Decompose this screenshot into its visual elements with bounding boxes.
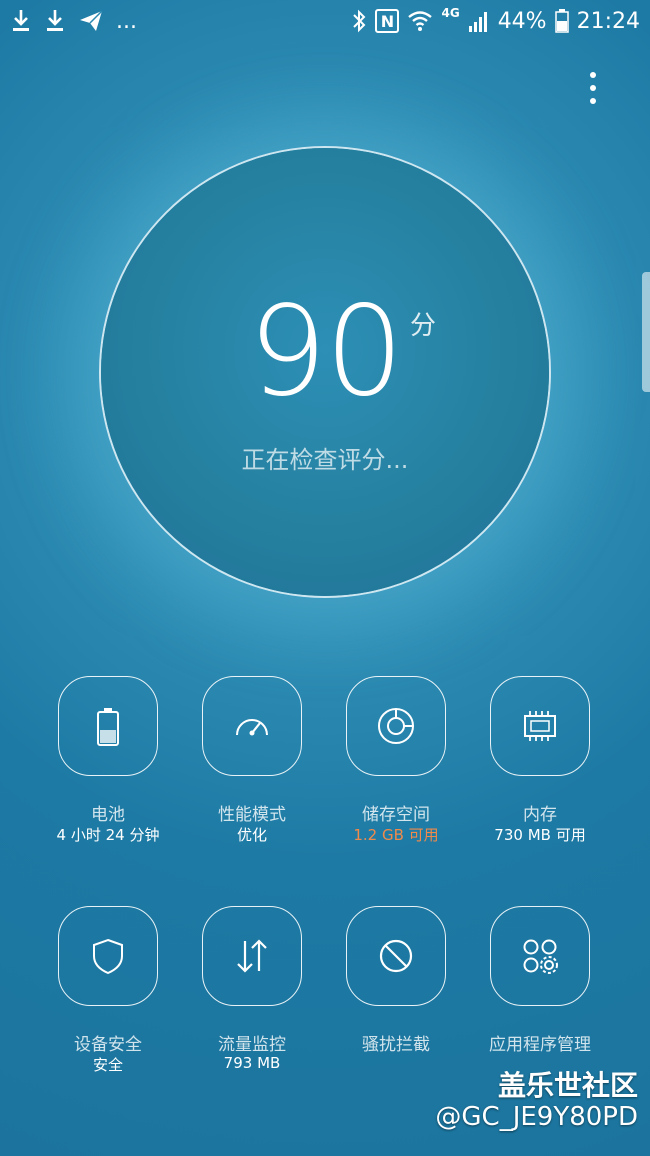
battery-button[interactable] <box>58 676 158 776</box>
call-block-label: 骚扰拦截 <box>362 1035 430 1055</box>
watermark-site: 盖乐世社区 <box>497 1069 638 1102</box>
status-overflow: ... <box>116 8 137 34</box>
app-manager-button[interactable] <box>490 906 590 1006</box>
status-bar-left: ... <box>10 8 137 34</box>
score-value: 90 <box>248 280 404 424</box>
data-monitor-sub: 793 MB <box>223 1054 281 1072</box>
storage-pie-icon <box>378 708 414 744</box>
performance-mode-label: 性能模式 <box>218 805 286 825</box>
nfc-icon: N <box>375 9 400 33</box>
battery-sub: 4 小时 24 分钟 <box>56 826 160 844</box>
bluetooth-icon <box>351 8 367 34</box>
app-manager-label: 应用程序管理 <box>489 1035 591 1055</box>
memory-chip-icon <box>524 711 556 741</box>
device-security-sub: 安全 <box>92 1056 123 1074</box>
speedometer-icon <box>236 719 268 736</box>
battery-label: 电池 <box>91 805 125 825</box>
send-icon <box>78 8 104 34</box>
storage-label: 储存空间 <box>362 805 430 825</box>
memory-sub: 730 MB 可用 <box>494 826 586 844</box>
download-icon <box>10 8 32 34</box>
shield-icon <box>93 938 123 975</box>
block-icon <box>379 939 413 973</box>
battery-icon <box>554 8 569 34</box>
network-type: 4G <box>441 6 460 20</box>
status-bar: ... N 4G 44% 21:24 <box>0 0 650 46</box>
score-unit: 分 <box>410 311 437 341</box>
device-security-label: 设备安全 <box>74 1035 142 1055</box>
more-vert-icon <box>590 72 596 78</box>
app-settings-icon <box>523 939 558 974</box>
download-icon <box>44 8 66 34</box>
edge-panel-handle[interactable] <box>642 272 650 392</box>
watermark-user: @GC_JE9Y80PD <box>435 1102 638 1132</box>
signal-icon <box>468 8 490 34</box>
memory-label: 内存 <box>523 805 557 825</box>
performance-mode-button[interactable] <box>202 676 302 776</box>
memory-button[interactable] <box>490 676 590 776</box>
clock: 21:24 <box>576 8 640 34</box>
nfc-label: N <box>380 11 395 31</box>
data-transfer-icon <box>237 939 267 973</box>
score-status: 正在检查评分... <box>241 446 409 474</box>
status-bar-right: N 4G 44% 21:24 <box>351 6 640 34</box>
storage-button[interactable] <box>346 676 446 776</box>
data-monitor-button[interactable] <box>202 906 302 1006</box>
storage-sub: 1.2 GB 可用 <box>353 826 439 844</box>
call-block-button[interactable] <box>346 906 446 1006</box>
battery-icon <box>97 708 119 746</box>
wifi-icon <box>407 8 433 34</box>
battery-percent: 44% <box>497 8 547 34</box>
more-options-button[interactable] <box>578 70 608 106</box>
device-security-button[interactable] <box>58 906 158 1006</box>
performance-mode-sub: 优化 <box>236 826 267 844</box>
data-monitor-label: 流量监控 <box>218 1035 286 1055</box>
